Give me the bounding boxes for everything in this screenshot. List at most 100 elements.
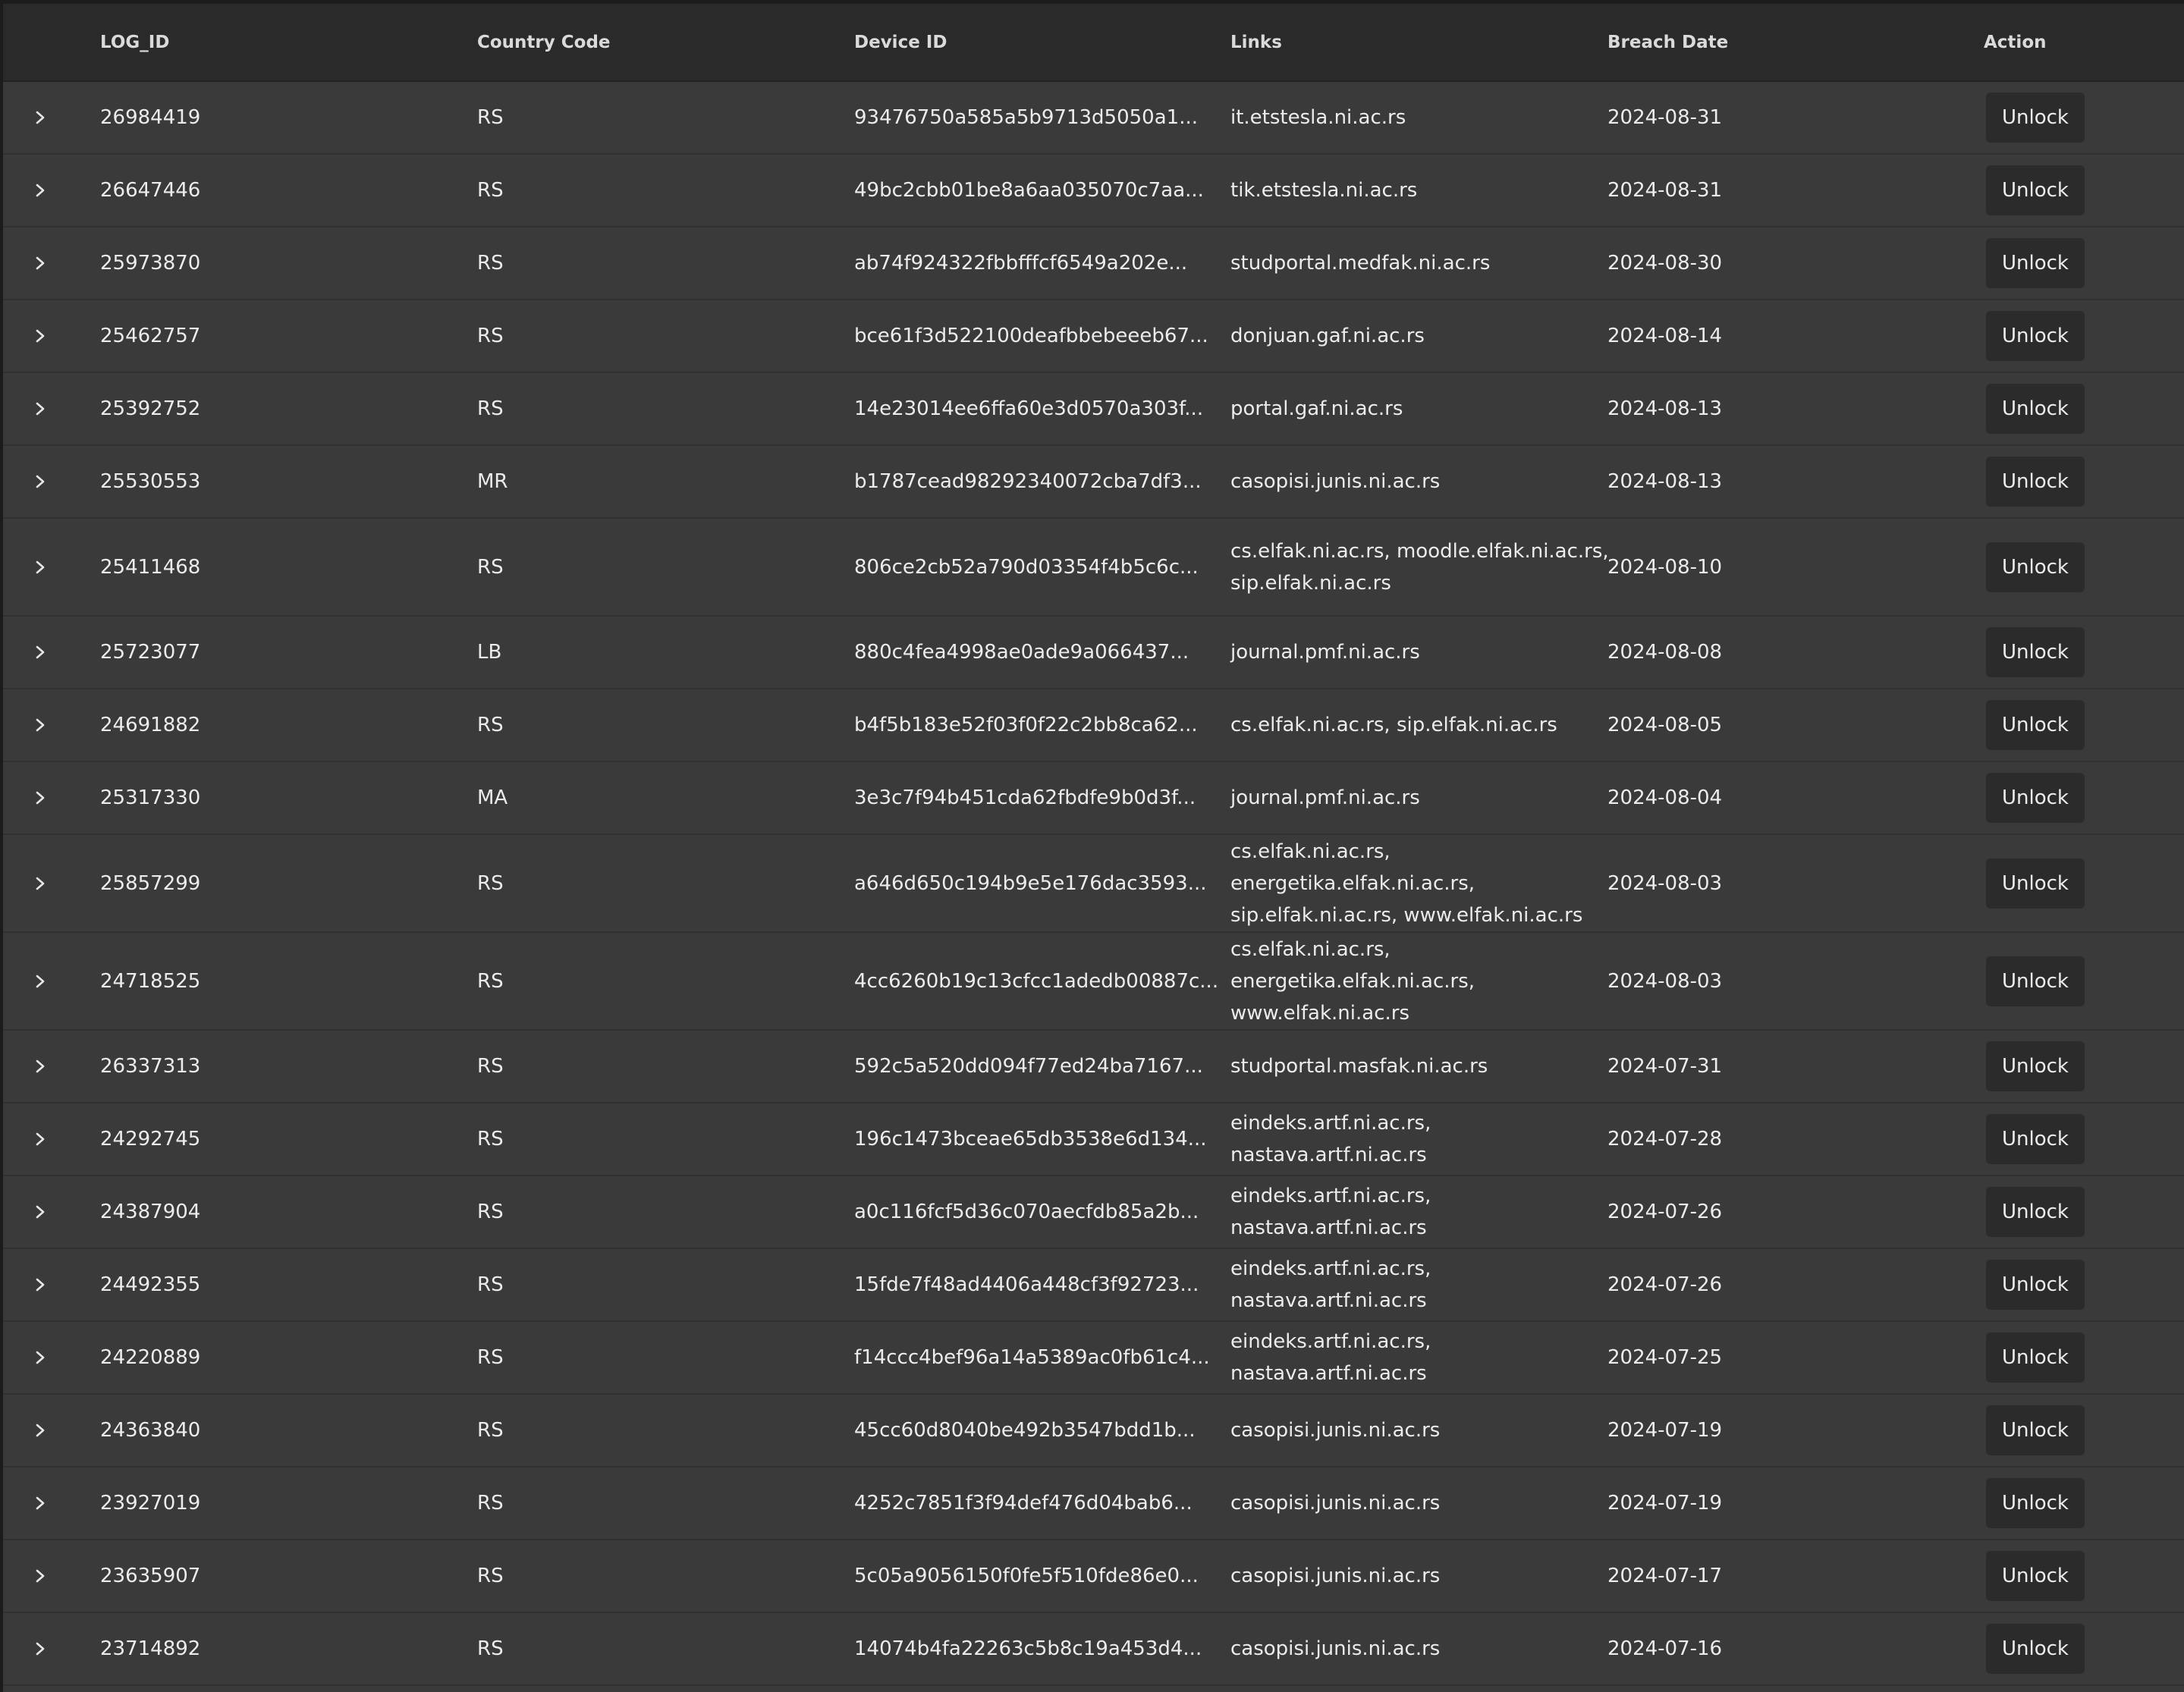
chevron-right-icon[interactable] [30, 715, 50, 735]
column-header-breach-date[interactable]: Breach Date [1607, 4, 1728, 82]
chevron-right-icon[interactable] [30, 1275, 50, 1295]
cell-country-code: RS [477, 1128, 504, 1150]
column-header-log-id[interactable]: LOG_ID [100, 4, 169, 82]
table-row[interactable]: 26337313 RS 592c5a520dd094f77ed24ba7167...… [3, 1031, 2184, 1103]
unlock-button[interactable]: Unlock [1986, 1405, 2085, 1455]
unlock-button[interactable]: Unlock [1986, 956, 2085, 1006]
cell-links: eindeks.artf.ni.ac.rs, nastava.artf.ni.a… [1230, 1257, 1431, 1312]
unlock-button[interactable]: Unlock [1986, 1624, 2085, 1674]
table-row[interactable]: 25723077 LB 880c4fea4998ae0ade9a066437... j… [3, 617, 2184, 689]
table-row[interactable]: 24220889 RS f14ccc4bef96a14a5389ac0fb61c4.… [3, 1322, 2184, 1395]
unlock-button[interactable]: Unlock [1986, 1478, 2085, 1528]
chevron-right-icon[interactable] [30, 788, 50, 808]
unlock-button[interactable]: Unlock [1986, 858, 2085, 909]
table-row[interactable]: 23714892 RS 14074b4fa22263c5b8c19a453d4...… [3, 1613, 2184, 1686]
unlock-button[interactable]: Unlock [1986, 238, 2085, 288]
cell-log-id: 26647446 [100, 179, 201, 202]
unlock-button[interactable]: Unlock [1986, 311, 2085, 361]
cell-links: cs.elfak.ni.ac.rs, energetika.elfak.ni.a… [1230, 840, 1583, 927]
cell-country-code: RS [477, 179, 504, 202]
cell-log-id: 24691882 [100, 714, 201, 736]
table-row[interactable]: 24718525 RS 4cc6260b19c13cfcc1adedb00887c.… [3, 933, 2184, 1031]
chevron-right-icon[interactable] [30, 557, 50, 577]
chevron-right-icon[interactable] [30, 1493, 50, 1513]
table-row[interactable]: 25973870 RS ab74f924322fbbfffcf6549a202e..… [3, 228, 2184, 300]
chevron-right-icon[interactable] [30, 642, 50, 662]
cell-links: casopisi.junis.ni.ac.rs [1230, 470, 1441, 493]
cell-log-id: 25857299 [100, 871, 201, 895]
table-row[interactable]: 24691882 RS b4f5b183e52f03f0f22c2bb8ca62..… [3, 689, 2184, 762]
chevron-right-icon[interactable] [30, 399, 50, 419]
cell-country-code: LB [477, 641, 502, 664]
cell-country-code: MA [477, 786, 508, 809]
chevron-right-icon[interactable] [30, 253, 50, 273]
table-row[interactable]: 23927019 RS 4252c7851f3f94def476d04bab6...… [3, 1468, 2184, 1540]
table-row[interactable]: 25857299 RS a646d650c194b9e5e176dac3593...… [3, 835, 2184, 933]
table-row[interactable]: 25530553 MR b1787cead98292340072cba7df3...… [3, 446, 2184, 519]
cell-breach-date: 2024-07-26 [1607, 1273, 1723, 1296]
table-row[interactable]: 25317330 MA 3e3c7f94b451cda62fbdfe9b0d3f..… [3, 762, 2184, 835]
cell-device-id: bce61f3d522100deafbbebeeeb67... [854, 325, 1208, 347]
cell-breach-date: 2024-08-31 [1607, 106, 1723, 129]
column-header-links[interactable]: Links [1230, 4, 1282, 82]
unlock-button[interactable]: Unlock [1986, 542, 2085, 592]
chevron-right-icon[interactable] [30, 972, 50, 991]
unlock-button[interactable]: Unlock [1986, 1041, 2085, 1091]
unlock-button[interactable]: Unlock [1986, 1551, 2085, 1601]
cell-country-code: MR [477, 470, 508, 493]
column-header-device-id[interactable]: Device ID [854, 4, 947, 82]
table-row[interactable]: 24363840 RS 45cc60d8040be492b3547bdd1b... c… [3, 1395, 2184, 1468]
cell-breach-date: 2024-08-31 [1607, 179, 1723, 202]
table-row[interactable]: 25392752 RS 14e23014ee6ffa60e3d0570a303f..… [3, 373, 2184, 446]
table-row[interactable]: 24492355 RS 15fde7f48ad4406a448cf3f92723..… [3, 1249, 2184, 1322]
chevron-right-icon[interactable] [30, 1348, 50, 1367]
cell-country-code: RS [477, 1492, 504, 1515]
table-row[interactable]: 24387904 RS a0c116fcf5d36c070aecfdb85a2b..… [3, 1176, 2184, 1249]
cell-device-id: a0c116fcf5d36c070aecfdb85a2b... [854, 1201, 1199, 1223]
cell-breach-date: 2024-08-14 [1607, 325, 1723, 347]
cell-links: donjuan.gaf.ni.ac.rs [1230, 325, 1425, 347]
cell-country-code: RS [477, 969, 504, 993]
unlock-button[interactable]: Unlock [1986, 1333, 2085, 1383]
unlock-button[interactable]: Unlock [1986, 700, 2085, 750]
table-row[interactable]: 23635907 RS 5c05a9056150f0fe5f510fde86e0..… [3, 1540, 2184, 1613]
cell-breach-date: 2024-08-03 [1607, 969, 1723, 993]
unlock-button[interactable]: Unlock [1986, 1260, 2085, 1310]
unlock-button[interactable]: Unlock [1986, 773, 2085, 823]
cell-links: casopisi.junis.ni.ac.rs [1230, 1419, 1441, 1442]
table-row[interactable]: 24292745 RS 196c1473bceae65db3538e6d134...… [3, 1103, 2184, 1176]
cell-links: portal.gaf.ni.ac.rs [1230, 397, 1403, 420]
column-header-country-code[interactable]: Country Code [477, 4, 611, 82]
cell-links: journal.pmf.ni.ac.rs [1230, 786, 1420, 809]
chevron-right-icon[interactable] [30, 472, 50, 491]
chevron-right-icon[interactable] [30, 1420, 50, 1440]
table-row[interactable]: 26984419 RS 93476750a585a5b9713d5050a1... i… [3, 82, 2184, 155]
unlock-button[interactable]: Unlock [1986, 93, 2085, 143]
chevron-right-icon[interactable] [30, 1639, 50, 1659]
chevron-right-icon[interactable] [30, 1056, 50, 1076]
unlock-button[interactable]: Unlock [1986, 457, 2085, 507]
table-row[interactable]: 25462757 RS bce61f3d522100deafbbebeeeb67..… [3, 300, 2184, 373]
chevron-right-icon[interactable] [30, 1566, 50, 1586]
chevron-right-icon[interactable] [30, 874, 50, 893]
cell-device-id: b1787cead98292340072cba7df3... [854, 470, 1202, 493]
chevron-right-icon[interactable] [30, 1202, 50, 1222]
chevron-right-icon[interactable] [30, 326, 50, 346]
cell-links: eindeks.artf.ni.ac.rs, nastava.artf.ni.a… [1230, 1112, 1431, 1166]
unlock-button[interactable]: Unlock [1986, 627, 2085, 677]
unlock-button[interactable]: Unlock [1986, 1114, 2085, 1164]
cell-country-code: RS [477, 555, 504, 579]
cell-country-code: RS [477, 1346, 504, 1369]
table-row[interactable]: 25411468 RS 806ce2cb52a790d03354f4b5c6c...… [3, 519, 2184, 617]
unlock-button[interactable]: Unlock [1986, 384, 2085, 434]
chevron-right-icon[interactable] [30, 108, 50, 127]
unlock-button[interactable]: Unlock [1986, 1187, 2085, 1237]
cell-device-id: ab74f924322fbbfffcf6549a202e... [854, 252, 1188, 275]
table-row[interactable]: 26647446 RS 49bc2cbb01be8a6aa035070c7aa...… [3, 155, 2184, 228]
unlock-button[interactable]: Unlock [1986, 165, 2085, 215]
cell-links: tik.etstesla.ni.ac.rs [1230, 179, 1418, 202]
cell-breach-date: 2024-08-05 [1607, 714, 1723, 736]
cell-country-code: RS [477, 1273, 504, 1296]
chevron-right-icon[interactable] [30, 1129, 50, 1149]
chevron-right-icon[interactable] [30, 181, 50, 200]
